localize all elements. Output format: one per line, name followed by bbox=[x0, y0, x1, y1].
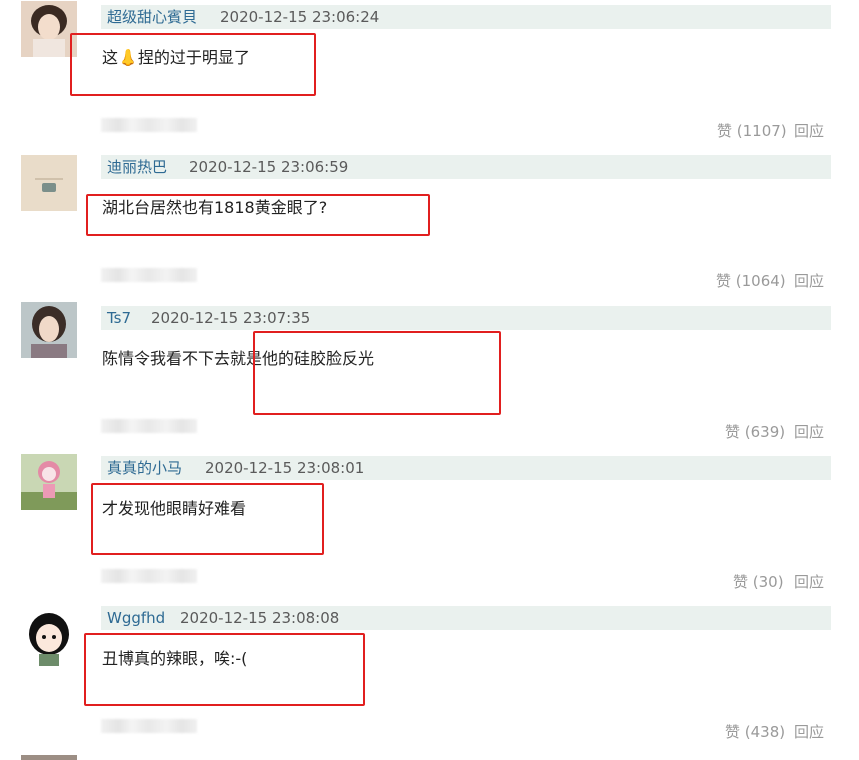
comment-header-bar bbox=[101, 5, 831, 29]
avatar-portrait-icon bbox=[21, 302, 77, 358]
comment-timestamp: 2020-12-15 23:06:59 bbox=[189, 158, 349, 176]
like-button[interactable]: 赞 (30) bbox=[733, 572, 784, 592]
like-button[interactable]: 赞 (1064) bbox=[716, 271, 786, 291]
comment-timestamp: 2020-12-15 23:08:01 bbox=[205, 459, 365, 477]
user-avatar[interactable] bbox=[21, 1, 77, 57]
comment-item: 真真的小马 2020-12-15 23:08:01 才发现他眼睛好难看 赞 (3… bbox=[0, 451, 859, 601]
highlight-box bbox=[91, 483, 324, 555]
comment-timestamp: 2020-12-15 23:06:24 bbox=[220, 8, 380, 26]
username-link[interactable]: 真真的小马 bbox=[107, 458, 182, 478]
like-button[interactable]: 赞 (1107) bbox=[717, 121, 787, 141]
username-link[interactable]: Ts7 bbox=[107, 308, 131, 328]
reply-button[interactable]: 回应 bbox=[794, 271, 824, 291]
comment-timestamp: 2020-12-15 23:08:08 bbox=[180, 609, 340, 627]
reply-button[interactable]: 回应 bbox=[794, 422, 824, 442]
comment-timestamp: 2020-12-15 23:07:35 bbox=[151, 309, 311, 327]
reply-button[interactable]: 回应 bbox=[794, 722, 824, 742]
user-avatar[interactable] bbox=[21, 302, 77, 358]
username-link[interactable]: 超级甜心賓貝 bbox=[107, 7, 197, 27]
highlight-box bbox=[86, 194, 430, 236]
comment-item: Wggfhd 2020-12-15 23:08:08 丑博真的辣眼，唉:-( 赞… bbox=[0, 601, 859, 751]
user-avatar[interactable] bbox=[21, 755, 77, 760]
user-avatar[interactable] bbox=[21, 454, 77, 510]
blurred-content bbox=[101, 719, 197, 733]
like-button[interactable]: 赞 (438) bbox=[725, 722, 785, 742]
user-avatar[interactable] bbox=[21, 155, 77, 211]
blurred-content bbox=[101, 268, 197, 282]
blurred-content bbox=[101, 419, 197, 433]
avatar-portrait-icon bbox=[21, 1, 77, 57]
highlight-box bbox=[70, 33, 316, 96]
blurred-content bbox=[101, 569, 197, 583]
reply-button[interactable]: 回应 bbox=[794, 121, 824, 141]
highlight-box bbox=[84, 633, 365, 706]
comment-item: 迪丽热巴 2020-12-15 23:06:59 湖北台居然也有1818黄金眼了… bbox=[0, 150, 859, 300]
avatar-illustration-icon bbox=[21, 610, 77, 666]
avatar-illustration-icon bbox=[21, 454, 77, 510]
blurred-content bbox=[101, 118, 197, 132]
comment-item: 超级甜心賓貝 2020-12-15 23:06:24 这👃捏的过于明显了 赞 (… bbox=[0, 0, 859, 150]
highlight-box bbox=[253, 331, 501, 415]
comment-item: Ts7 2020-12-15 23:07:35 陈情令我看不下去就是他的硅胶脸反… bbox=[0, 301, 859, 451]
avatar-illustration-icon bbox=[21, 155, 77, 211]
reply-button[interactable]: 回应 bbox=[794, 572, 824, 592]
username-link[interactable]: Wggfhd bbox=[107, 608, 165, 628]
like-button[interactable]: 赞 (639) bbox=[725, 422, 785, 442]
username-link[interactable]: 迪丽热巴 bbox=[107, 157, 167, 177]
user-avatar[interactable] bbox=[21, 610, 77, 666]
